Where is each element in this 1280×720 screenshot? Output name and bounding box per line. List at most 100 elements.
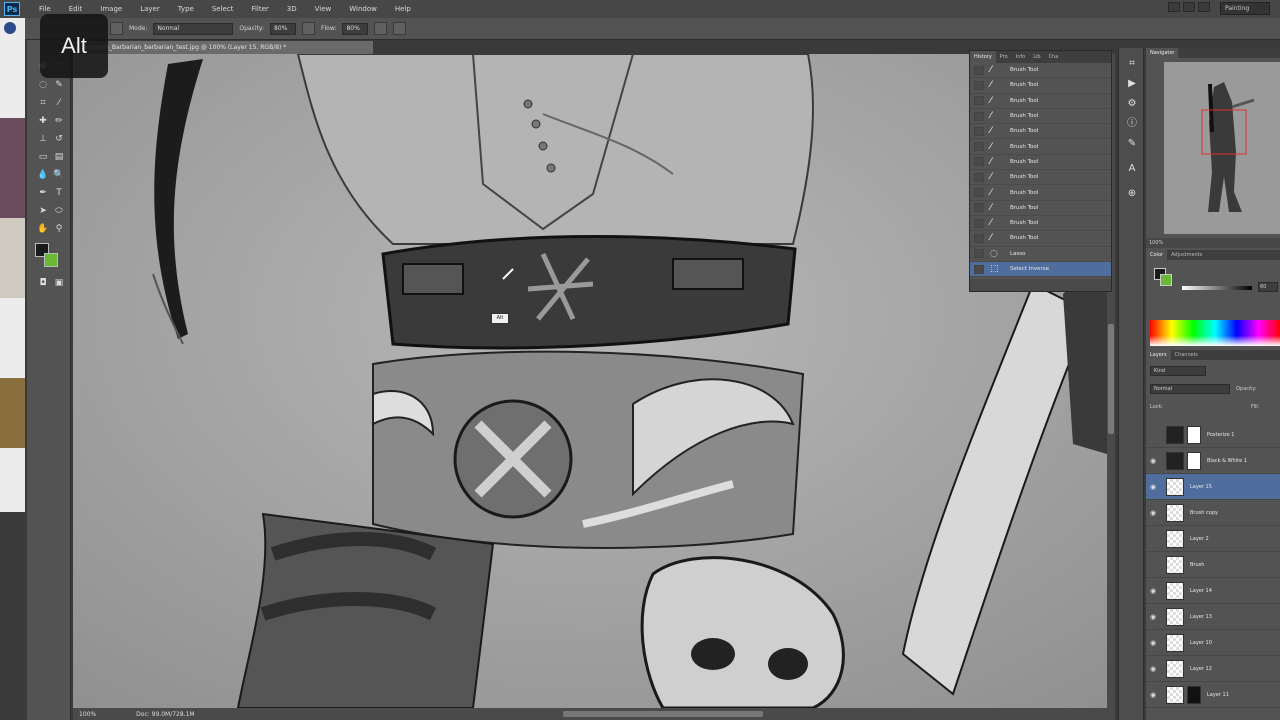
path-select-icon[interactable]: ➤ — [35, 204, 51, 218]
history-snapshot-box[interactable] — [974, 172, 984, 182]
layer-thumbnail[interactable] — [1166, 555, 1184, 574]
menu-edit[interactable]: Edit — [60, 5, 92, 13]
blur-tool-icon[interactable]: 💧 — [35, 168, 51, 182]
layer-row[interactable]: ◉ Layer 10 — [1146, 630, 1280, 656]
layer-row[interactable]: ◉ Layer 13 — [1146, 604, 1280, 630]
character-panel-icon[interactable]: A — [1126, 163, 1138, 175]
tab-color[interactable]: Color — [1146, 250, 1168, 260]
adjustment-layer-icon[interactable] — [1166, 425, 1184, 444]
minimize-button[interactable] — [1168, 2, 1180, 12]
menu-help[interactable]: Help — [386, 5, 420, 13]
menu-type[interactable]: Type — [169, 5, 203, 13]
eye-icon[interactable]: ◉ — [1146, 691, 1160, 699]
tab-libraries[interactable]: Lib — [1029, 51, 1044, 63]
maximize-button[interactable] — [1183, 2, 1195, 12]
layer-thumbnail[interactable] — [1166, 685, 1184, 704]
layer-row[interactable]: ◉ Brush copy — [1146, 500, 1280, 526]
properties-panel-icon[interactable]: ⚙ — [1126, 98, 1138, 110]
layer-thumbnail[interactable] — [1166, 607, 1184, 626]
layer-row[interactable]: ◉ Black & White 1 — [1146, 448, 1280, 474]
background-color-swatch[interactable] — [44, 253, 58, 267]
eye-icon[interactable]: ◉ — [1146, 639, 1160, 647]
history-snapshot-box[interactable] — [974, 142, 984, 152]
history-brush-icon[interactable]: ↺ — [51, 132, 67, 146]
layer-row[interactable]: Posterize 1 — [1146, 422, 1280, 448]
history-item[interactable]: ⁄ Brush Tool — [970, 231, 1111, 247]
layer-thumbnail[interactable] — [1166, 503, 1184, 522]
pressure-opacity-icon[interactable] — [302, 22, 316, 35]
eye-icon[interactable]: ◉ — [1146, 509, 1160, 517]
color-value-field[interactable]: 60 — [1258, 282, 1278, 292]
eye-icon[interactable]: ◉ — [1146, 613, 1160, 621]
menu-3d[interactable]: 3D — [278, 5, 306, 13]
document-tab[interactable]: ...ocumen_Barbarian_barbarian_test.jpg @… — [73, 41, 373, 54]
crop-tool-icon[interactable]: ⌗ — [35, 96, 51, 110]
tab-layers[interactable]: Layers — [1146, 350, 1171, 360]
hand-tool-icon[interactable]: ✋ — [35, 222, 51, 236]
tab-channels[interactable]: Channels — [1171, 350, 1202, 360]
history-item[interactable]: ⁄ Brush Tool — [970, 78, 1111, 94]
zoom-level[interactable]: 100% — [79, 711, 96, 718]
dodge-tool-icon[interactable]: 🔍 — [51, 168, 67, 182]
history-snapshot-box[interactable] — [974, 65, 984, 75]
menu-file[interactable]: File — [30, 5, 60, 13]
history-snapshot-box[interactable] — [974, 233, 984, 243]
layer-mask-thumbnail[interactable] — [1187, 425, 1201, 444]
history-item[interactable]: ⁄ Brush Tool — [970, 155, 1111, 171]
history-item[interactable]: ⁄ Brush Tool — [970, 201, 1111, 216]
tab-properties[interactable]: Pro — [996, 51, 1012, 63]
history-snapshot-box[interactable] — [974, 80, 984, 90]
adjustment-layer-icon[interactable] — [1166, 451, 1184, 470]
eye-icon[interactable]: ◉ — [1146, 587, 1160, 595]
canvas[interactable]: Alt — [73, 54, 1107, 708]
history-snapshot-box[interactable] — [974, 218, 984, 228]
history-snapshot-box[interactable] — [974, 111, 984, 121]
menu-filter[interactable]: Filter — [242, 5, 277, 13]
history-panel-icon[interactable]: ⌗ — [1126, 58, 1138, 70]
pen-tool-icon[interactable]: ✒ — [35, 186, 51, 200]
history-item[interactable]: ⬚ Select Inverse — [970, 261, 1111, 278]
history-item[interactable]: ⁄ Brush Tool — [970, 185, 1111, 201]
quick-mask-icon[interactable]: ◘ — [35, 276, 51, 290]
eyedropper-tool-icon[interactable]: ⁄ — [51, 96, 67, 110]
history-snapshot-box[interactable] — [974, 188, 984, 198]
history-item[interactable]: ◌ Lasso — [970, 247, 1111, 262]
layer-filter-kind[interactable]: Kind — [1150, 366, 1206, 376]
layer-thumbnail[interactable] — [1166, 633, 1184, 652]
menu-layer[interactable]: Layer — [131, 5, 169, 13]
airbrush-icon[interactable] — [374, 22, 388, 35]
history-snapshot-box[interactable] — [974, 203, 984, 213]
eye-icon[interactable]: ◉ — [1146, 665, 1160, 673]
gradient-tool-icon[interactable]: ▤ — [51, 150, 67, 164]
type-tool-icon[interactable]: T — [51, 186, 67, 200]
layer-row[interactable]: ◉ Layer 12 — [1146, 656, 1280, 682]
layer-row[interactable]: ◉ Layer 11 — [1146, 682, 1280, 708]
history-snapshot-box[interactable] — [974, 249, 984, 259]
mode-select[interactable]: Normal — [153, 22, 234, 35]
history-item[interactable]: ⁄ Brush Tool — [970, 94, 1111, 109]
history-item[interactable]: ⁄ Brush Tool — [970, 109, 1111, 125]
color-slider[interactable] — [1182, 286, 1252, 290]
tab-adjustments[interactable]: Adjustments — [1167, 250, 1206, 260]
brush-panel-icon[interactable]: ✎ — [1126, 138, 1138, 150]
history-item[interactable]: ⁄ Brush Tool — [970, 216, 1111, 232]
navigator-zoom[interactable]: 100% — [1146, 238, 1280, 248]
layer-mask-thumbnail[interactable] — [1187, 685, 1201, 704]
history-item[interactable]: ⁄ Brush Tool — [970, 63, 1111, 79]
eye-icon[interactable]: ◉ — [1146, 483, 1160, 491]
layer-thumbnail[interactable] — [1166, 659, 1184, 678]
menu-image[interactable]: Image — [91, 5, 131, 13]
zoom-tool-icon[interactable]: ⚲ — [51, 222, 67, 236]
quick-select-tool-icon[interactable]: ✎ — [51, 78, 67, 92]
layer-row[interactable]: ◉ Layer 14 — [1146, 578, 1280, 604]
clone-source-icon[interactable]: ⊕ — [1126, 188, 1138, 200]
layer-row[interactable]: Brush — [1146, 552, 1280, 578]
color-bg-swatch[interactable] — [1160, 274, 1172, 286]
history-item[interactable]: ⁄ Brush Tool — [970, 139, 1111, 155]
workspace-switcher[interactable]: Painting — [1220, 2, 1270, 15]
brush-tool-icon[interactable]: ✏ — [51, 114, 67, 128]
menu-window[interactable]: Window — [340, 5, 386, 13]
layer-thumbnail[interactable] — [1166, 581, 1184, 600]
color-spectrum[interactable] — [1150, 320, 1280, 346]
screen-mode-icon[interactable]: ▣ — [51, 276, 67, 290]
